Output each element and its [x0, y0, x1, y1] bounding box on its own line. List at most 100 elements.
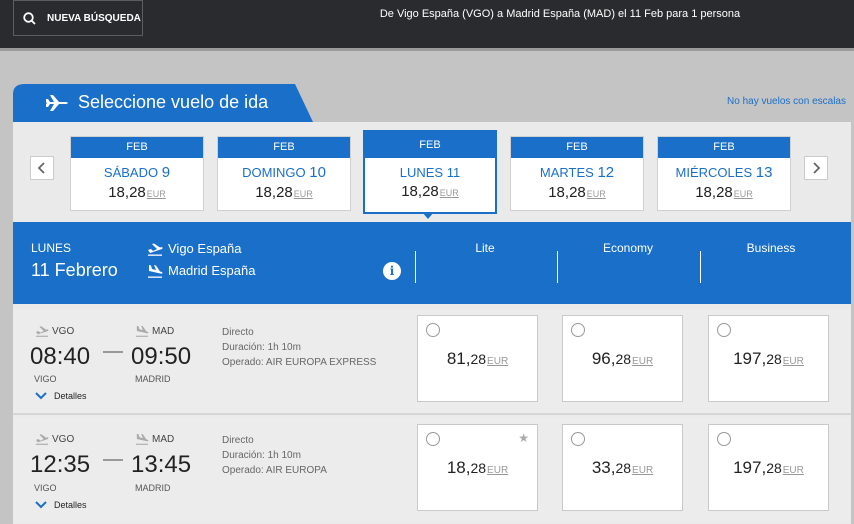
price-dec: 28	[422, 183, 439, 200]
details-label: Detalles	[54, 500, 87, 510]
landing-icon	[148, 264, 163, 278]
origin-code: VGO	[35, 325, 74, 337]
divider	[103, 459, 123, 461]
info-icon[interactable]: i	[383, 262, 401, 280]
prev-days-button[interactable]	[30, 156, 54, 180]
fare-option-business[interactable]: 197,28EUR	[708, 315, 829, 402]
takeoff-icon	[36, 434, 49, 445]
currency: EUR	[146, 189, 166, 199]
chevron-left-icon	[37, 162, 45, 174]
fare-price: 81,28EUR	[418, 349, 537, 369]
destination-code: MAD	[135, 433, 174, 445]
fare-option-economy[interactable]: 96,28EUR	[562, 315, 683, 402]
header-origin-label: Vigo España	[168, 241, 242, 256]
fare-price: 96,28EUR	[563, 349, 682, 369]
price-dec: 28	[766, 351, 782, 367]
currency: EUR	[733, 189, 753, 199]
details-label: Detalles	[54, 391, 87, 401]
day-month: FEB	[658, 137, 790, 158]
day-number: 9	[161, 164, 171, 181]
fare-option-business[interactable]: 197,28EUR	[708, 424, 829, 511]
price-int: 18,	[255, 184, 277, 201]
takeoff-icon	[148, 243, 163, 256]
flight-duration: Duración: 1h 10m	[222, 342, 301, 353]
currency: EUR	[632, 356, 654, 367]
fare-radio[interactable]	[426, 432, 440, 446]
destination-code-label: MAD	[152, 433, 175, 445]
day-weekday: SÁBADO	[103, 165, 159, 180]
arrival-time: 13:45	[131, 451, 192, 478]
day-month: FEB	[218, 137, 350, 158]
origin-code-label: VGO	[52, 433, 75, 445]
fare-price: 197,28EUR	[709, 458, 828, 478]
details-toggle[interactable]: Detalles	[35, 500, 87, 510]
chevron-down-icon	[35, 392, 47, 400]
fare-radio[interactable]	[717, 432, 731, 446]
flight-operator: Operado: AIR EUROPA EXPRESS	[222, 357, 377, 368]
currency: EUR	[439, 188, 459, 198]
day-card-martes[interactable]: FEB MARTES 12 18,28EUR	[510, 136, 644, 211]
landing-icon	[136, 433, 149, 445]
day-weekday: DOMINGO	[242, 165, 306, 180]
fare-radio[interactable]	[571, 323, 585, 337]
currency: EUR	[487, 465, 509, 476]
currency: EUR	[487, 356, 509, 367]
day-card-sabado[interactable]: FEB SÁBADO 9 18,28EUR	[70, 136, 204, 211]
divider	[13, 413, 851, 415]
price-dec: 28	[569, 184, 586, 201]
price-dec: 28	[129, 184, 146, 201]
departure-time: 12:35	[30, 451, 91, 478]
currency: EUR	[586, 189, 606, 199]
divider	[415, 251, 416, 283]
price-dec: 28	[470, 460, 487, 476]
flight-header: LUNES 11 Febrero Vigo España Madrid Espa…	[13, 222, 851, 304]
no-connections-link[interactable]: No hay vuelos con escalas	[727, 96, 846, 107]
origin-city: VIGO	[34, 483, 57, 493]
day-month: FEB	[365, 132, 495, 158]
fare-radio[interactable]	[426, 323, 440, 337]
selected-day-caret	[422, 212, 434, 219]
origin-city: VIGO	[34, 374, 57, 384]
price-dec: 28	[766, 460, 782, 476]
fare-option-lite[interactable]: 81,28EUR	[417, 315, 538, 402]
divider	[700, 251, 701, 283]
day-weekday: LUNES	[399, 165, 444, 180]
fare-radio[interactable]	[717, 323, 731, 337]
currency: EUR	[632, 465, 654, 476]
price-int: 18,	[695, 184, 717, 201]
page-title: Seleccione vuelo de ida	[78, 92, 269, 112]
fare-option-economy[interactable]: 33,28EUR	[562, 424, 683, 511]
fare-header-lite: Lite	[475, 241, 495, 255]
flight-info: Directo Duración: 1h 10m Operado: AIR EU…	[222, 433, 327, 478]
header-origin: Vigo España	[147, 241, 242, 256]
details-toggle[interactable]: Detalles	[35, 391, 87, 401]
fare-radio[interactable]	[571, 432, 585, 446]
new-search-button[interactable]: NUEVA BÚSQUEDA	[13, 0, 143, 36]
chevron-down-icon	[35, 501, 47, 509]
chevron-right-icon	[813, 162, 821, 174]
star-icon: ★	[518, 431, 529, 445]
fare-price: 18,28EUR	[418, 458, 537, 478]
day-number: 13	[755, 164, 773, 181]
divider	[103, 351, 123, 353]
top-bar: NUEVA BÚSQUEDA De Vigo España (VGO) a Ma…	[0, 0, 854, 48]
fare-option-lite[interactable]: ★ 18,28EUR	[417, 424, 538, 511]
day-card-domingo[interactable]: FEB DOMINGO 10 18,28EUR	[217, 136, 351, 211]
price-int: 18,	[446, 458, 471, 477]
day-card-lunes-selected[interactable]: FEB LUNES 11 18,28EUR	[363, 130, 497, 214]
day-name: SÁBADO 9	[71, 164, 203, 181]
next-days-button[interactable]	[804, 156, 828, 180]
day-name: MARTES 12	[511, 164, 643, 181]
day-number: 11	[446, 165, 461, 180]
plane-icon	[46, 95, 68, 111]
price-dec: 28	[276, 184, 293, 201]
price-int: 96,	[591, 349, 616, 368]
day-card-miercoles[interactable]: FEB MIÉRCOLES 13 18,28EUR	[657, 136, 791, 211]
day-price: 18,28EUR	[71, 184, 203, 201]
price-int: 18,	[401, 183, 423, 200]
flight-duration: Duración: 1h 10m	[222, 450, 301, 461]
day-month: FEB	[511, 137, 643, 158]
price-int: 197,	[733, 458, 767, 477]
fare-price: 197,28EUR	[709, 349, 828, 369]
fare-header-economy: Economy	[602, 241, 654, 255]
